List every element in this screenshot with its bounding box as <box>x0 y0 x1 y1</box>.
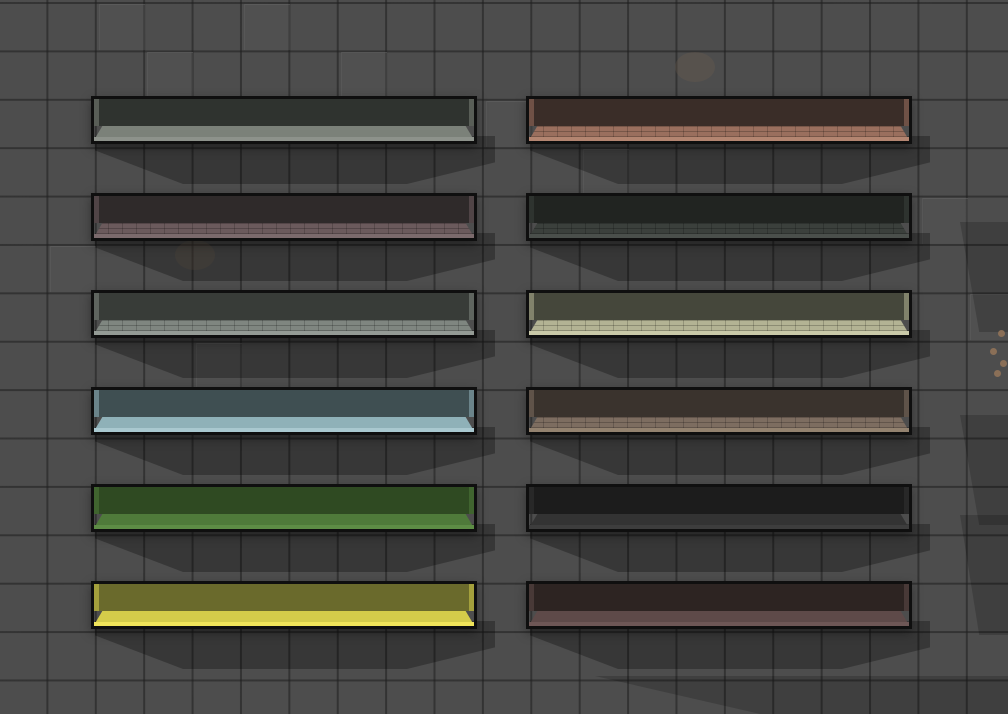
wall-segment[interactable] <box>91 290 477 338</box>
floor-tile <box>98 4 145 50</box>
wall-segment[interactable] <box>91 484 477 532</box>
cast-shadow <box>960 222 1008 332</box>
wall-base-trim <box>529 137 909 141</box>
wall-side-right <box>469 487 474 514</box>
wall-base-trim <box>94 234 474 238</box>
wall-top-face <box>94 196 474 223</box>
wall-top-face <box>529 584 909 611</box>
debris-pebble <box>998 330 1005 337</box>
wall-base-trim <box>94 428 474 432</box>
wall-side-left <box>94 196 99 223</box>
wall-side-right <box>904 196 909 223</box>
wall-base-trim <box>529 525 909 529</box>
floor-tile <box>340 52 387 99</box>
wall-top-face <box>529 390 909 417</box>
wall-segment[interactable] <box>526 290 912 338</box>
wall-top-face <box>529 99 909 126</box>
wall-top-face <box>94 584 474 611</box>
wall-base-trim <box>529 331 909 335</box>
wall-top-face <box>94 293 474 320</box>
game-floor <box>0 0 1008 714</box>
debris-pebble <box>994 370 1001 377</box>
wall-side-right <box>904 293 909 320</box>
wall-base-trim <box>94 331 474 335</box>
wall-segment[interactable] <box>91 387 477 435</box>
floor-tile <box>147 52 194 99</box>
wall-base-trim <box>94 137 474 141</box>
wall-side-left <box>94 487 99 514</box>
wall-side-left <box>94 99 99 126</box>
wall-segment[interactable] <box>526 387 912 435</box>
cast-shadow <box>960 415 1008 525</box>
wall-side-left <box>529 584 534 611</box>
wall-base-trim <box>94 525 474 529</box>
wall-side-left <box>94 293 99 320</box>
wall-base-trim <box>529 234 909 238</box>
wall-segment[interactable] <box>91 96 477 144</box>
wall-segment[interactable] <box>91 581 477 629</box>
wall-base-trim <box>94 622 474 626</box>
wall-side-left <box>529 487 534 514</box>
wall-top-face <box>94 390 474 417</box>
wall-top-face <box>94 487 474 514</box>
wall-side-right <box>469 584 474 611</box>
cast-shadow <box>595 676 1008 714</box>
wall-base-trim <box>529 428 909 432</box>
wall-segment[interactable] <box>526 484 912 532</box>
wall-side-right <box>469 99 474 126</box>
wall-side-right <box>469 196 474 223</box>
debris-pebble <box>1000 360 1007 367</box>
floor-stain <box>675 52 715 82</box>
debris-pebble <box>990 348 997 355</box>
wall-side-right <box>904 390 909 417</box>
wall-top-face <box>94 99 474 126</box>
floor-tile <box>50 246 97 292</box>
wall-segment[interactable] <box>526 193 912 241</box>
wall-segment[interactable] <box>91 193 477 241</box>
wall-side-left <box>529 99 534 126</box>
wall-top-face <box>529 293 909 320</box>
wall-side-left <box>94 390 99 417</box>
wall-top-face <box>529 487 909 514</box>
cast-shadow <box>960 515 1008 635</box>
wall-side-left <box>94 584 99 611</box>
wall-side-right <box>904 584 909 611</box>
floor-tile <box>244 4 290 50</box>
wall-segment[interactable] <box>526 96 912 144</box>
wall-top-face <box>529 196 909 223</box>
wall-segment[interactable] <box>526 581 912 629</box>
wall-side-left <box>529 196 534 223</box>
wall-side-right <box>904 487 909 514</box>
wall-side-left <box>529 390 534 417</box>
wall-side-right <box>469 293 474 320</box>
wall-side-left <box>529 293 534 320</box>
wall-side-right <box>469 390 474 417</box>
wall-side-right <box>904 99 909 126</box>
wall-base-trim <box>529 622 909 626</box>
